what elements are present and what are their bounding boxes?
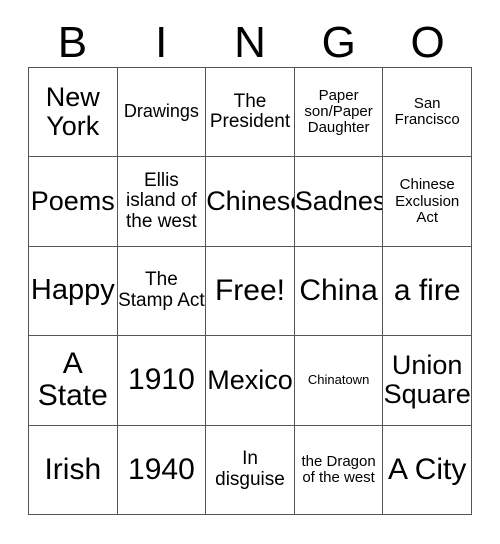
bingo-cell[interactable]: Mexico <box>206 336 295 426</box>
bingo-cell[interactable]: Poems <box>29 157 118 247</box>
bingo-cell[interactable]: New York <box>29 68 118 158</box>
bingo-cell-label: the Dragon of the west <box>301 452 376 486</box>
bingo-cell-label: a fire <box>393 273 461 307</box>
bingo-cell[interactable]: 1910 <box>117 336 207 426</box>
bingo-cell[interactable]: the Dragon of the west <box>294 425 384 515</box>
bingo-cell[interactable]: The President <box>206 68 295 158</box>
bingo-cell-label: Drawings <box>123 101 199 122</box>
bingo-card: B I N G O New York Drawings The Presiden… <box>0 0 500 544</box>
bingo-cell-label: San Francisco <box>394 95 460 129</box>
bingo-cell-label: Poems <box>30 186 115 217</box>
bingo-cell[interactable]: Chinese <box>206 157 295 247</box>
bingo-cell-label: Irish <box>44 452 102 486</box>
bingo-cell-label: New York <box>45 82 100 142</box>
bingo-cell-label: A State <box>37 347 108 413</box>
bingo-cell-label: Chinese Exclusion Act <box>395 176 460 226</box>
bingo-cell[interactable]: Union Square <box>383 336 472 426</box>
header-letter-g: G <box>321 18 356 67</box>
bingo-cell-label: Union Square <box>383 350 471 410</box>
bingo-cell-label: The President <box>209 90 291 133</box>
bingo-cell-label: China <box>299 273 378 307</box>
bingo-cell-label: In disguise <box>215 448 285 490</box>
bingo-cell-label: 1910 <box>128 363 195 397</box>
header-letter-i: I <box>155 18 168 67</box>
bingo-cell-label: Free! <box>214 273 285 307</box>
bingo-cell[interactable]: Happy <box>29 246 118 337</box>
bingo-cell[interactable]: Chinatown <box>294 336 384 426</box>
bingo-cell[interactable]: China <box>294 246 384 337</box>
bingo-cell-label: A City <box>388 452 467 486</box>
bingo-header: B I N G O <box>28 16 472 66</box>
bingo-cell[interactable]: Chinese Exclusion Act <box>383 157 472 247</box>
bingo-cell[interactable]: In disguise <box>206 425 295 515</box>
bingo-cell-free[interactable]: Free! <box>206 246 295 337</box>
bingo-cell-label: Happy <box>30 274 115 307</box>
bingo-cell[interactable]: a fire <box>383 246 472 337</box>
bingo-cell[interactable]: Ellis island of the west <box>117 157 207 247</box>
bingo-cell[interactable]: Irish <box>29 425 118 515</box>
bingo-cell[interactable]: A City <box>383 425 472 515</box>
bingo-cell-label: Paper son/Paper Daughter <box>304 86 373 137</box>
bingo-cell[interactable]: The Stamp Act <box>117 246 207 337</box>
bingo-cell[interactable]: A State <box>29 336 118 426</box>
header-letter-n: N <box>234 18 266 67</box>
bingo-grid: New York Drawings The President Paper so… <box>28 67 472 515</box>
bingo-cell-label: Chinese <box>206 186 294 217</box>
bingo-cell-label: Chinatown <box>307 372 370 388</box>
bingo-cell-label: Ellis island of the west <box>126 169 197 232</box>
bingo-cell[interactable]: Paper son/Paper Daughter <box>294 68 384 158</box>
bingo-cell[interactable]: Drawings <box>117 68 207 158</box>
bingo-cell[interactable]: Sadness <box>294 157 384 247</box>
bingo-cell[interactable]: San Francisco <box>383 68 472 158</box>
bingo-cell-label: 1940 <box>128 452 195 486</box>
bingo-cell[interactable]: 1940 <box>117 425 207 515</box>
bingo-cell-label: Mexico <box>207 364 293 395</box>
bingo-cell-label: Sadness <box>294 186 383 217</box>
header-letter-b: B <box>57 18 88 67</box>
header-letter-o: O <box>410 18 445 67</box>
bingo-cell-label: The Stamp Act <box>118 269 205 311</box>
